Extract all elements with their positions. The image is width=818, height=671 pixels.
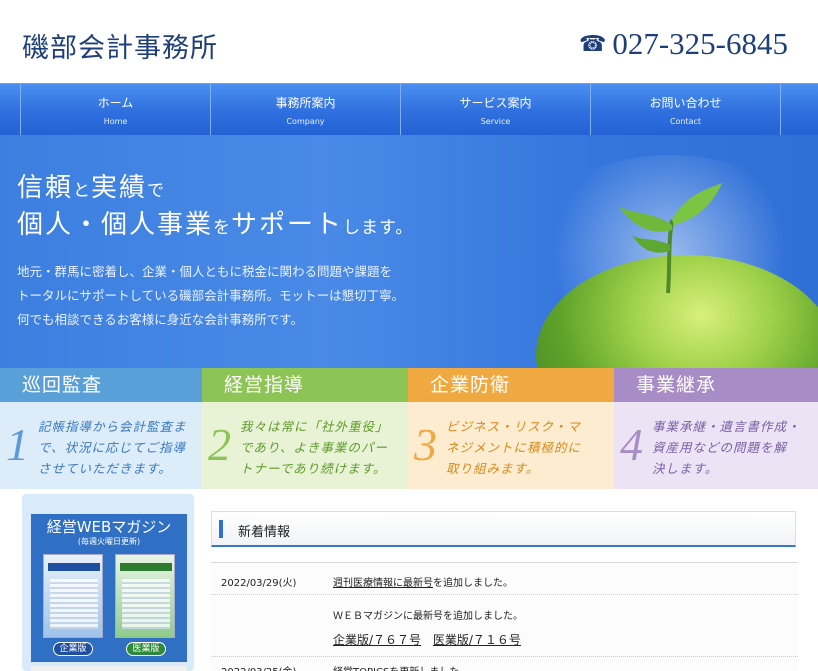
news-date: 2022/03/29(火) — [221, 578, 297, 589]
service-text: ビジネス・リスク・マ ネジメントに積極的に 取り組みます。 — [446, 419, 582, 476]
nav-label: サービス案内 — [459, 96, 532, 110]
service-text: 事業承継・遺言書作成・ 資産用などの問題を解 決します。 — [652, 419, 801, 476]
service-box-defense[interactable]: 企業防衛 3 ビジネス・リスク・マ ネジメントに積極的に 取り組みます。 — [408, 368, 614, 489]
news-entry: 週刊医療情報に最新号を追加しました。 — [333, 578, 513, 589]
hero-heading: 信頼と実績で 個人・個人事業をサポートします。 — [17, 173, 414, 240]
web-magazine-banner[interactable]: 経営WEBマガジン (毎週火曜日更新) 企業版 医業版 — [22, 494, 194, 671]
nav-item-service[interactable]: サービス案内 Service — [401, 84, 591, 135]
main-nav: ホーム Home 事務所案内 Company サービス案内 Service お問… — [0, 83, 818, 135]
nav-spacer — [0, 84, 21, 135]
service-boxes: 巡回監査 1 記帳指導から会計監査ま で、状況に応じてご指導 させていただきます。 … — [0, 368, 818, 489]
site-header: 磯部会計事務所 ☎ 027-325-6845 — [0, 0, 818, 84]
medical-edition-button[interactable]: 医業版 — [126, 642, 166, 656]
news-links: 企業版/７６７号 医業版/７１６号 — [333, 631, 529, 648]
hero-description: 地元・群馬に密着し、企業・個人ともに税金に関わる問題や課題を トータルにサポート… — [17, 264, 405, 327]
nav-item-company[interactable]: 事務所案内 Company — [211, 84, 401, 135]
news-date: 2022/03/25(金) — [221, 663, 296, 671]
nav-item-contact[interactable]: お問い合わせ Contact — [591, 84, 781, 135]
news-header: 新着情報 — [211, 511, 796, 547]
service-text: 記帳指導から会計監査ま で、状況に応じてご指導 させていただきます。 — [38, 419, 187, 476]
medical-issue-link[interactable]: 医業版/７１６号 — [433, 633, 521, 647]
service-box-management[interactable]: 経営指導 2 我々は常に「社外重役」 であり、よき事業のパー トナーであり続けます。 — [202, 368, 408, 489]
nav-sublabel: Company — [286, 117, 325, 126]
news-list: 2022/03/29(火) 週刊医療情報に最新号を追加しました。 ＷＥＢマガジン… — [211, 562, 798, 671]
service-box-succession[interactable]: 事業継承 4 事業承継・遺言書作成・ 資産用などの問題を解 決します。 — [614, 368, 818, 489]
phone-text: 027-325-6845 — [612, 26, 788, 61]
hero-banner: 信頼と実績で 個人・個人事業をサポートします。 地元・群馬に密着し、企業・個人と… — [0, 135, 818, 368]
service-number: 2 — [208, 419, 231, 470]
service-number: 4 — [620, 419, 643, 470]
magazine-panel: 経営WEBマガジン (毎週火曜日更新) 企業版 医業版 — [31, 514, 187, 662]
site-title[interactable]: 磯部会計事務所 — [22, 26, 218, 65]
banner-next — [31, 666, 187, 671]
service-title: 企業防衛 — [408, 368, 614, 402]
nav-label: ホーム — [97, 96, 134, 110]
nav-label: お問い合わせ — [649, 96, 722, 110]
news-row: 2022/03/29(火) 週刊医療情報に最新号を追加しました。 — [211, 563, 798, 595]
service-title: 巡回監査 — [0, 368, 202, 402]
magazine-subtitle: (毎週火曜日更新) — [77, 537, 141, 546]
service-title: 事業継承 — [614, 368, 818, 402]
nav-sublabel: Service — [480, 117, 511, 126]
corporate-issue-link[interactable]: 企業版/７６７号 — [333, 633, 421, 647]
magazine-cover-corporate[interactable] — [43, 554, 103, 638]
nav-sublabel: Home — [103, 117, 128, 126]
news-title: 新着情報 — [238, 525, 291, 540]
service-box-audit[interactable]: 巡回監査 1 記帳指導から会計監査ま で、状況に応じてご指導 させていただきます。 — [0, 368, 202, 489]
service-text: 我々は常に「社外重役」 であり、よき事業のパー トナーであり続けます。 — [240, 419, 389, 476]
phone-number: ☎ 027-325-6845 — [579, 26, 788, 62]
news-row: ＷＥＢマガジンに最新号を追加しました。 企業版/７６７号 医業版/７１６号 — [211, 595, 798, 657]
heading-accent-bar — [219, 520, 223, 538]
service-number: 3 — [414, 419, 437, 470]
nav-item-home[interactable]: ホーム Home — [21, 84, 211, 135]
nav-sublabel: Contact — [669, 117, 702, 126]
news-entry: ＷＥＢマガジンに最新号を追加しました。 — [333, 611, 523, 622]
magazine-title: 経営WEBマガジン — [46, 518, 172, 536]
corporate-edition-button[interactable]: 企業版 — [53, 642, 93, 656]
phone-icon: ☎ — [578, 31, 607, 56]
nav-label: 事務所案内 — [275, 96, 336, 110]
magazine-cover-medical[interactable] — [115, 554, 175, 638]
news-link[interactable]: 週刊医療情報に最新号 — [333, 578, 433, 589]
service-title: 経営指導 — [202, 368, 408, 402]
service-number: 1 — [6, 419, 29, 470]
news-row: 2022/03/25(金) 経営TOPICSを更新しました — [211, 657, 798, 671]
news-entry[interactable]: 経営TOPICSを更新しました — [333, 663, 459, 671]
sprout-icon — [618, 183, 722, 294]
